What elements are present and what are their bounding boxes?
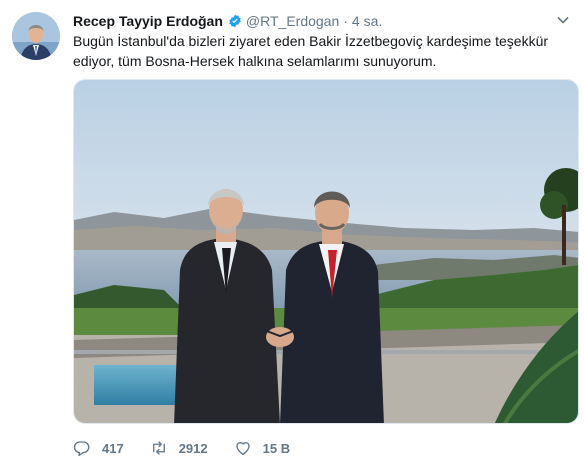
reply-count: 417 [102, 440, 124, 456]
retweet-count: 2912 [178, 440, 208, 456]
tweet-actions: 417 2912 15 B [73, 436, 316, 460]
avatar[interactable] [12, 12, 60, 60]
tweet-timestamp[interactable]: 4 sa. [352, 13, 382, 29]
retweet-button[interactable]: 2912 [150, 439, 208, 457]
tweet-photo[interactable] [73, 79, 579, 424]
reply-button[interactable]: 417 [73, 439, 124, 457]
retweet-icon [152, 441, 165, 455]
tweet-text: Bugün İstanbul'da bizleri ziyaret eden B… [73, 33, 549, 69]
heart-icon [235, 442, 250, 456]
like-button[interactable]: 15 B [234, 439, 290, 457]
tweet-card: Recep Tayyip Erdoğan @RT_Erdogan · 4 sa.… [0, 0, 584, 464]
author-name[interactable]: Recep Tayyip Erdoğan [73, 13, 223, 29]
author-handle[interactable]: @RT_Erdogan [246, 13, 339, 29]
tweet-header: Recep Tayyip Erdoğan @RT_Erdogan · 4 sa. [73, 11, 382, 31]
like-count: 15 B [262, 440, 291, 456]
reply-icon [73, 441, 90, 457]
chevron-down-icon[interactable] [556, 13, 570, 27]
verified-badge-icon [228, 14, 242, 28]
separator-dot: · [343, 13, 348, 29]
